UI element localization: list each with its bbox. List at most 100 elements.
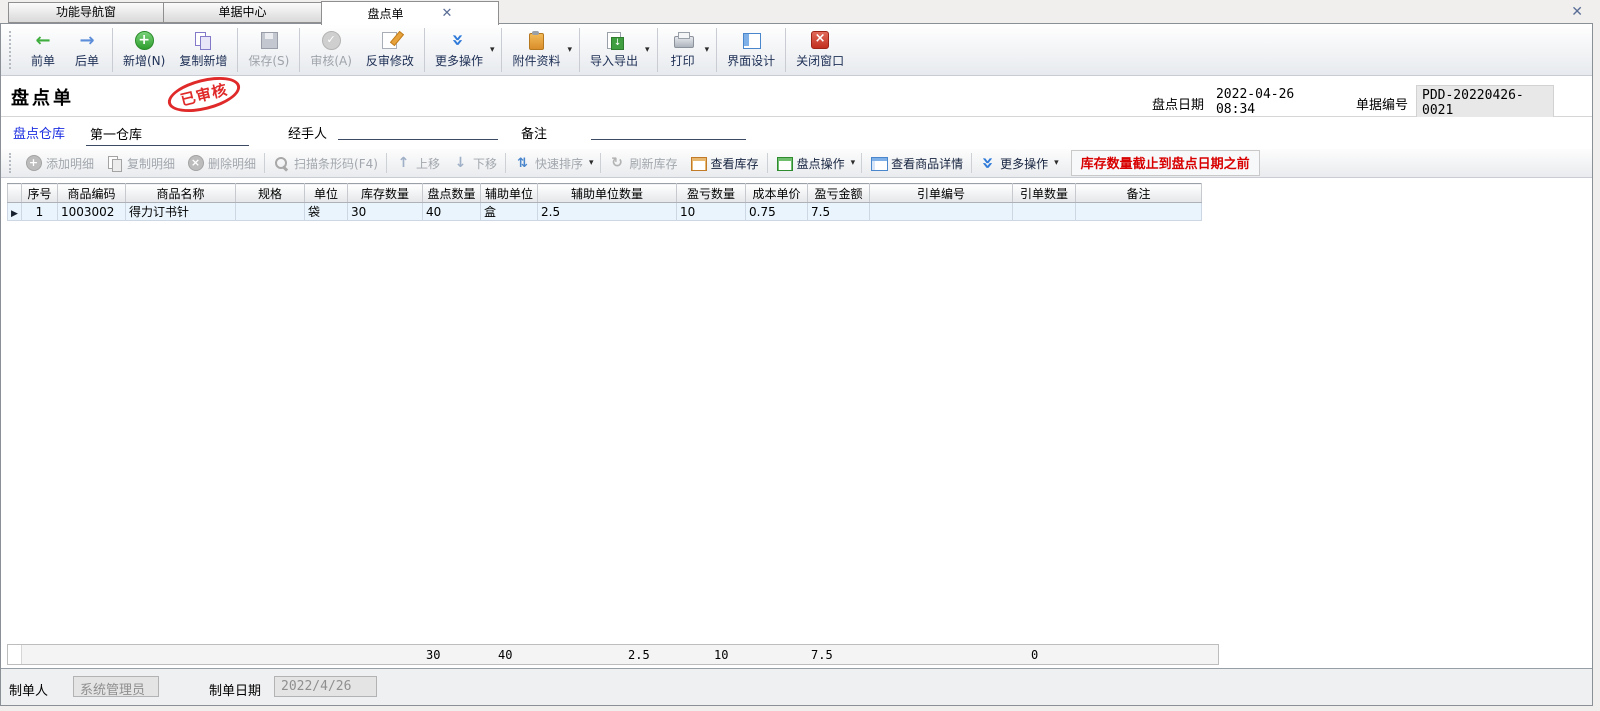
col-header-cost-price[interactable]: 成本单价: [746, 184, 808, 203]
cell-seq[interactable]: 1: [22, 203, 58, 221]
cell-pl-qty[interactable]: 10: [677, 203, 746, 221]
tab-function-nav[interactable]: 功能导航窗: [8, 2, 164, 23]
toolbar-separator: [971, 153, 972, 173]
dropdown-caret-icon[interactable]: ▾: [1054, 158, 1059, 168]
view-stock-button[interactable]: 查看库存: [684, 151, 765, 175]
cell-pl-amount[interactable]: 7.5: [808, 203, 870, 221]
col-header-count-qty[interactable]: 盘点数量: [423, 184, 481, 203]
table-row[interactable]: ▶ 1 1003002 得力订书针 袋 30 40 盒 2.5 10 0.75 …: [8, 203, 1202, 221]
dropdown-caret-icon[interactable]: ▾: [568, 45, 573, 55]
toolbar-drag-handle[interactable]: [9, 153, 13, 173]
view-product-detail-button[interactable]: 查看商品详情: [864, 151, 969, 175]
save-button[interactable]: 保存(S): [241, 27, 296, 73]
col-header-ref-qty[interactable]: 引单数量: [1013, 184, 1076, 203]
dropdown-caret-icon[interactable]: ▾: [490, 45, 495, 55]
button-label: 新增(N): [123, 52, 165, 69]
col-header-product-name[interactable]: 商品名称: [126, 184, 236, 203]
attachments-button[interactable]: 附件资料: [505, 27, 567, 73]
window-close-icon[interactable]: ✕: [1571, 4, 1583, 20]
tab-inventory-count[interactable]: 盘点单 ✕: [321, 1, 499, 25]
create-date-field: 2022/4/26: [274, 676, 377, 697]
toolbar-drag-handle[interactable]: [9, 31, 13, 69]
col-header-ref-no[interactable]: 引单编号: [870, 184, 1013, 203]
col-header-stock-qty[interactable]: 库存数量: [348, 184, 423, 203]
import-export-button[interactable]: 导入导出: [583, 27, 645, 73]
summary-stock-qty: 30: [426, 648, 440, 662]
double-chevron-icon: [980, 155, 996, 171]
warehouse-label[interactable]: 盘点仓库: [13, 123, 65, 142]
print-button[interactable]: 打印: [661, 27, 705, 73]
grid-header-row: 序号 商品编码 商品名称 规格 单位 库存数量 盘点数量 辅助单位 辅助单位数量…: [8, 184, 1202, 203]
more-actions-button[interactable]: 更多操作: [428, 27, 490, 73]
main-panel: 前单 后单 新增(N) 复制新增 保存(S) 审: [0, 23, 1593, 706]
col-header-aux-unit[interactable]: 辅助单位: [481, 184, 538, 203]
count-date-label: 盘点日期: [1152, 94, 1204, 113]
col-header-aux-qty[interactable]: 辅助单位数量: [538, 184, 677, 203]
count-date-field[interactable]: 2022-04-26 08:34: [1212, 86, 1342, 120]
cell-product-name[interactable]: 得力订书针: [126, 203, 236, 221]
cell-cost-price[interactable]: 0.75: [746, 203, 808, 221]
next-doc-button[interactable]: 后单: [65, 27, 109, 73]
cell-ref-no[interactable]: [870, 203, 1013, 221]
cell-spec[interactable]: [236, 203, 305, 221]
plus-circle-icon: [25, 155, 42, 171]
count-operations-button[interactable]: 盘点操作: [770, 151, 851, 175]
tab-document-center[interactable]: 单据中心: [163, 2, 322, 23]
ui-design-button[interactable]: 界面设计: [720, 27, 782, 73]
col-header-seq[interactable]: 序号: [22, 184, 58, 203]
audit-button[interactable]: 审核(A): [303, 27, 359, 73]
refresh-stock-button[interactable]: 刷新库存: [603, 151, 684, 175]
button-label: 保存(S): [248, 52, 289, 69]
cell-count-qty[interactable]: 40: [423, 203, 481, 221]
button-label: 关闭窗口: [796, 52, 844, 69]
copy-detail-button[interactable]: 复制明细: [100, 151, 181, 175]
close-window-button[interactable]: 关闭窗口: [789, 27, 851, 73]
summary-ref-qty: 0: [1031, 648, 1038, 662]
col-header-remark[interactable]: 备注: [1076, 184, 1202, 203]
dropdown-caret-icon[interactable]: ▾: [851, 158, 856, 168]
tab-close-icon[interactable]: ✕: [442, 7, 453, 20]
delete-detail-button[interactable]: 删除明细: [181, 151, 262, 175]
button-label: 前单: [31, 52, 55, 69]
copy-new-button[interactable]: 复制新增: [172, 27, 234, 73]
new-button[interactable]: 新增(N): [116, 27, 172, 73]
cell-remark[interactable]: [1076, 203, 1202, 221]
up-arrow-icon: [395, 155, 412, 171]
more-operations-button[interactable]: 更多操作: [974, 151, 1054, 175]
col-header-pl-amount[interactable]: 盈亏金额: [808, 184, 870, 203]
copy-icon: [192, 30, 214, 50]
scan-barcode-button[interactable]: 扫描条形码(F4): [267, 151, 384, 175]
handler-field[interactable]: [338, 123, 498, 140]
dropdown-caret-icon[interactable]: ▾: [589, 158, 594, 168]
cell-unit[interactable]: 袋: [305, 203, 348, 221]
handler-label: 经手人: [288, 123, 327, 142]
unaudit-edit-button[interactable]: 反审修改: [359, 27, 421, 73]
col-header-unit[interactable]: 单位: [305, 184, 348, 203]
quick-sort-button[interactable]: 快速排序: [508, 151, 589, 175]
cell-aux-unit[interactable]: 盒: [481, 203, 538, 221]
warehouse-field[interactable]: 第一仓库: [86, 123, 249, 146]
cell-ref-qty[interactable]: [1013, 203, 1076, 221]
add-detail-button[interactable]: 添加明细: [19, 151, 100, 175]
dropdown-caret-icon[interactable]: ▾: [645, 45, 650, 55]
col-header-product-code[interactable]: 商品编码: [58, 184, 126, 203]
prev-doc-button[interactable]: 前单: [21, 27, 65, 73]
move-down-button[interactable]: 下移: [446, 151, 503, 175]
detail-grid: 序号 商品编码 商品名称 规格 单位 库存数量 盘点数量 辅助单位 辅助单位数量…: [7, 183, 1202, 221]
title-row: 盘点单 已审核 盘点日期 2022-04-26 08:34 单据编号 PDD-2…: [1, 76, 1592, 117]
next-arrow-icon: [76, 30, 98, 50]
more-actions-group: 更多操作 ▾: [428, 26, 499, 74]
col-header-spec[interactable]: 规格: [236, 184, 305, 203]
move-up-button[interactable]: 上移: [389, 151, 446, 175]
row-marker-icon: ▶: [11, 209, 18, 219]
remark-field[interactable]: [591, 123, 746, 140]
cell-stock-qty[interactable]: 30: [348, 203, 423, 221]
creator-label: 制单人: [9, 680, 48, 699]
col-header-pl-qty[interactable]: 盈亏数量: [677, 184, 746, 203]
dropdown-caret-icon[interactable]: ▾: [705, 45, 710, 55]
cell-aux-qty[interactable]: 2.5: [538, 203, 677, 221]
table-grid-icon: [690, 155, 707, 171]
cell-product-code[interactable]: 1003002: [58, 203, 126, 221]
audit-check-icon: [320, 30, 342, 50]
detail-panel-icon: [870, 155, 887, 171]
